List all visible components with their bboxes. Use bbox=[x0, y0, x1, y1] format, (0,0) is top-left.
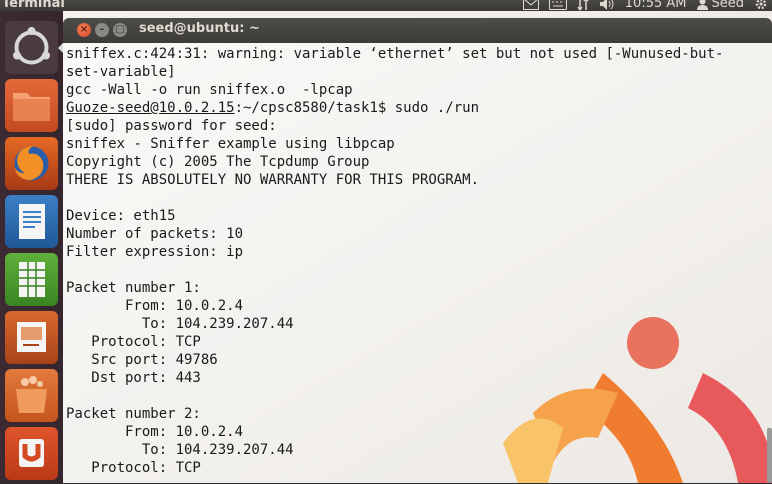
active-app-title: Terminal bbox=[2, 0, 65, 11]
launcher bbox=[0, 11, 63, 483]
ubuntu-one-launcher[interactable] bbox=[5, 427, 58, 480]
terminal-line: To: 104.239.207.44 bbox=[66, 442, 294, 458]
shopping-bag-icon bbox=[16, 376, 47, 413]
terminal-line: Packet number 2: bbox=[66, 406, 201, 422]
terminal-window: × – □ seed@ubuntu: ~ sniffex.c:424:31: w… bbox=[63, 18, 772, 483]
user-menu[interactable]: Seed bbox=[696, 0, 745, 11]
terminal-line: Protocol: TCP bbox=[66, 334, 201, 350]
terminal-line: Packet number 1: bbox=[66, 280, 201, 296]
clock[interactable]: 10:55 AM bbox=[625, 0, 687, 11]
terminal-line: To: 104.239.207.44 bbox=[66, 316, 294, 332]
terminal-line: [sudo] password for seed: bbox=[66, 118, 277, 134]
writer-launcher[interactable] bbox=[5, 195, 58, 248]
ubuntu-one-icon bbox=[19, 439, 44, 467]
user-icon bbox=[696, 0, 708, 10]
folder-icon bbox=[13, 93, 50, 121]
prompt-user-host: Guoze-seed@10.0.2.15 bbox=[66, 100, 235, 116]
firefox-launcher[interactable] bbox=[5, 137, 58, 190]
window-titlebar[interactable]: × – □ seed@ubuntu: ~ bbox=[63, 18, 772, 43]
top-panel: Terminal 10:55 AM Seed bbox=[0, 0, 772, 11]
terminal-line: Number of packets: 10 bbox=[66, 226, 244, 242]
prompt-command: :~/cpsc8580/task1$ sudo ./run bbox=[234, 100, 480, 116]
terminal-scrollbar[interactable] bbox=[766, 43, 772, 483]
window-title: seed@ubuntu: ~ bbox=[139, 21, 260, 36]
terminal-line: From: 10.0.2.4 bbox=[66, 298, 244, 314]
terminal-line: Filter expression: ip bbox=[66, 244, 244, 260]
terminal-line: set-variable] bbox=[66, 64, 176, 80]
volume-icon[interactable] bbox=[599, 0, 615, 11]
network-icon[interactable] bbox=[577, 0, 589, 11]
terminal-line: Src port: 49786 bbox=[66, 352, 218, 368]
terminal-line: THERE IS ABSOLUTELY NO WARRANTY FOR THIS… bbox=[66, 172, 480, 188]
calc-launcher[interactable] bbox=[5, 253, 58, 306]
presentation-icon bbox=[17, 322, 46, 352]
scrollbar-thumb[interactable] bbox=[767, 428, 772, 483]
gear-icon[interactable] bbox=[754, 0, 768, 11]
terminal-output: sniffex.c:424:31: warning: variable ‘eth… bbox=[66, 45, 723, 477]
software-center-launcher[interactable] bbox=[5, 369, 58, 422]
terminal-line: Dst port: 443 bbox=[66, 370, 201, 386]
close-button[interactable]: × bbox=[77, 23, 91, 37]
terminal-line: From: 10.0.2.4 bbox=[66, 424, 244, 440]
terminal-line: sniffex - Sniffer example using libpcap bbox=[66, 136, 395, 152]
terminal-line: Copyright (c) 2005 The Tcpdump Group bbox=[66, 154, 370, 170]
system-tray: 10:55 AM Seed bbox=[522, 0, 768, 11]
terminal-line: gcc -Wall -o run sniffex.o -lpcap bbox=[66, 82, 353, 98]
mail-icon[interactable] bbox=[522, 0, 539, 10]
terminal-line: Protocol: TCP bbox=[66, 460, 201, 476]
document-icon bbox=[19, 204, 45, 239]
firefox-icon bbox=[14, 146, 49, 181]
spreadsheet-icon bbox=[19, 262, 45, 297]
terminal-area[interactable]: sniffex.c:424:31: warning: variable ‘eth… bbox=[63, 43, 772, 483]
keyboard-icon[interactable] bbox=[548, 0, 567, 10]
minimize-button[interactable]: – bbox=[95, 23, 109, 37]
files-launcher[interactable] bbox=[5, 79, 58, 132]
impress-launcher[interactable] bbox=[5, 311, 58, 364]
maximize-button[interactable]: □ bbox=[113, 23, 127, 37]
dash-home-button[interactable] bbox=[5, 21, 63, 74]
terminal-line: sniffex.c:424:31: warning: variable ‘eth… bbox=[66, 46, 724, 62]
terminal-line: Device: eth15 bbox=[66, 208, 176, 224]
user-name: Seed bbox=[711, 0, 745, 11]
ubuntu-logo-icon bbox=[13, 27, 50, 65]
